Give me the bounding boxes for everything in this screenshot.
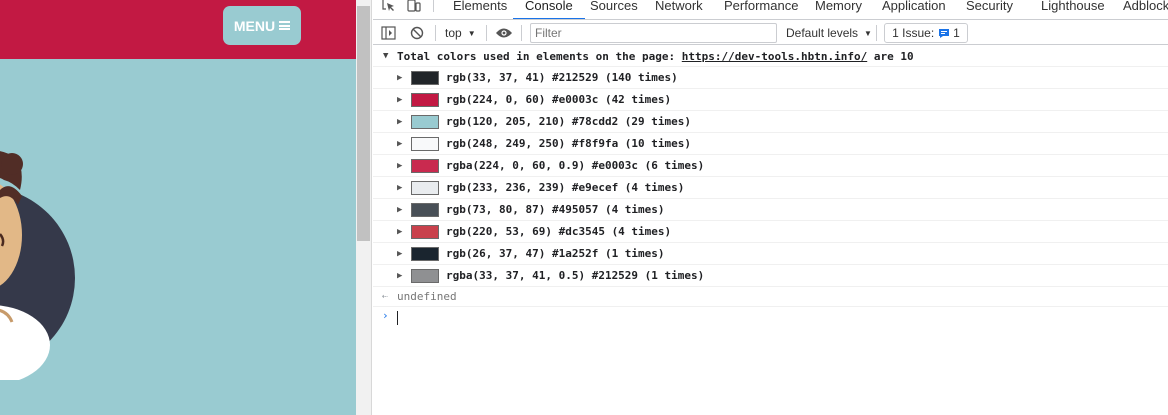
text-cursor — [397, 311, 398, 325]
tab-network[interactable]: Network — [655, 0, 703, 19]
color-row-text: rgb(26, 37, 47) #1a252f (1 times) — [446, 247, 665, 260]
expand-triangle-icon[interactable]: ▶ — [397, 221, 402, 243]
console-color-row[interactable]: ▶ rgb(73, 80, 87) #495057 (4 times) — [373, 199, 1168, 221]
tab-sources[interactable]: Sources — [590, 0, 638, 19]
color-swatch — [411, 247, 439, 261]
console-color-row[interactable]: ▶ rgb(220, 53, 69) #dc3545 (4 times) — [373, 221, 1168, 243]
return-arrow-icon: ⇠ — [382, 291, 389, 302]
color-row-text: rgb(224, 0, 60) #e0003c (42 times) — [446, 93, 672, 106]
console-color-row[interactable]: ▶ rgba(33, 37, 41, 0.5) #212529 (1 times) — [373, 265, 1168, 287]
expand-triangle-icon: ▼ — [383, 51, 389, 61]
tab-lighthouse[interactable]: Lighthouse — [1041, 0, 1105, 19]
expand-triangle-icon[interactable]: ▶ — [397, 111, 402, 133]
toolbar-separator — [521, 25, 522, 41]
devtools-tabbar: Elements Console Sources Network Perform… — [373, 0, 1168, 20]
menu-button[interactable]: MENU — [223, 6, 301, 45]
group-header-prefix: Total colors used in elements on the pag… — [397, 50, 676, 63]
expand-triangle-icon[interactable]: ▶ — [397, 265, 402, 287]
toolbar-separator — [876, 25, 877, 41]
issues-badge: 1 — [938, 26, 960, 40]
color-swatch — [411, 71, 439, 85]
context-label: top — [445, 26, 462, 40]
console-prompt[interactable]: › — [373, 307, 1168, 329]
show-sidebar-icon[interactable] — [381, 26, 396, 40]
color-swatch — [411, 159, 439, 173]
color-row-text: rgb(73, 80, 87) #495057 (4 times) — [446, 203, 665, 216]
page-preview: MENU — [0, 0, 356, 415]
expand-triangle-icon[interactable]: ▶ — [397, 133, 402, 155]
scrollbar-thumb[interactable] — [357, 6, 370, 241]
color-row-text: rgba(33, 37, 41, 0.5) #212529 (1 times) — [446, 269, 705, 282]
tab-security[interactable]: Security — [966, 0, 1013, 19]
color-row-text: rgb(120, 205, 210) #78cdd2 (29 times) — [446, 115, 692, 128]
group-header-suffix: are 10 — [873, 50, 914, 63]
site-header: MENU — [0, 0, 356, 59]
console-toolbar: top ▼ Default levels ▼ 1 Issue: 1 — [373, 21, 1168, 45]
device-toolbar-icon[interactable] — [407, 0, 421, 14]
console-filter-input[interactable] — [530, 23, 777, 43]
color-swatch — [411, 225, 439, 239]
console-output: ▼ Total colors used in elements on the p… — [373, 46, 1168, 329]
inspect-element-icon[interactable] — [382, 0, 396, 14]
dropdown-arrow-icon: ▼ — [864, 28, 872, 38]
expand-triangle-icon[interactable]: ▶ — [397, 199, 402, 221]
color-row-text: rgb(220, 53, 69) #dc3545 (4 times) — [446, 225, 672, 238]
clear-console-icon[interactable] — [410, 26, 424, 40]
console-color-row[interactable]: ▶ rgb(233, 236, 239) #e9ecef (4 times) — [373, 177, 1168, 199]
expand-triangle-icon[interactable]: ▶ — [397, 177, 402, 199]
console-result-line: ⇠ undefined — [373, 287, 1168, 307]
menu-label: MENU — [233, 17, 276, 34]
color-swatch — [411, 181, 439, 195]
console-color-row[interactable]: ▶ rgb(120, 205, 210) #78cdd2 (29 times) — [373, 111, 1168, 133]
expand-triangle-icon[interactable]: ▶ — [397, 67, 402, 89]
page-url-link[interactable]: https://dev-tools.hbtn.info/ — [682, 50, 867, 63]
issues-button[interactable]: 1 Issue: 1 — [884, 23, 968, 43]
console-group-header[interactable]: ▼ Total colors used in elements on the p… — [373, 46, 1168, 67]
issues-label: 1 Issue: — [892, 26, 935, 40]
log-levels-label: Default levels — [786, 26, 859, 40]
color-swatch — [411, 137, 439, 151]
color-swatch — [411, 93, 439, 107]
tab-performance[interactable]: Performance — [724, 0, 798, 19]
dropdown-arrow-icon: ▼ — [467, 28, 476, 38]
tab-application[interactable]: Application — [882, 0, 946, 19]
color-swatch — [411, 269, 439, 283]
expand-triangle-icon[interactable]: ▶ — [397, 155, 402, 177]
console-color-row[interactable]: ▶ rgb(26, 37, 47) #1a252f (1 times) — [373, 243, 1168, 265]
issues-count: 1 — [953, 26, 960, 40]
color-swatch — [411, 115, 439, 129]
prompt-chevron-icon: › — [382, 309, 389, 322]
message-icon — [939, 28, 950, 38]
color-swatch — [411, 203, 439, 217]
console-color-row[interactable]: ▶ rgb(224, 0, 60) #e0003c (42 times) — [373, 89, 1168, 111]
expand-triangle-icon[interactable]: ▶ — [397, 89, 402, 111]
tab-elements[interactable]: Elements — [453, 0, 507, 19]
color-row-text: rgb(233, 236, 239) #e9ecef (4 times) — [446, 181, 685, 194]
color-row-text: rgba(224, 0, 60, 0.9) #e0003c (6 times) — [446, 159, 705, 172]
log-levels-dropdown[interactable]: Default levels ▼ — [786, 21, 872, 45]
toolbar-separator — [435, 25, 436, 41]
page-scrollbar[interactable] — [356, 0, 372, 415]
avatar — [0, 151, 75, 380]
color-row-text: rgb(248, 249, 250) #f8f9fa (10 times) — [446, 137, 692, 150]
expand-triangle-icon[interactable]: ▶ — [397, 243, 402, 265]
tab-memory[interactable]: Memory — [815, 0, 862, 19]
console-color-row[interactable]: ▶ rgb(248, 249, 250) #f8f9fa (10 times) — [373, 133, 1168, 155]
devtools-panel: Elements Console Sources Network Perform… — [373, 0, 1168, 415]
tab-adblock[interactable]: Adblock — [1123, 0, 1168, 19]
console-result-value: undefined — [397, 290, 457, 303]
live-expression-eye-icon[interactable] — [495, 27, 513, 39]
color-row-text: rgb(33, 37, 41) #212529 (140 times) — [446, 71, 678, 84]
toolbar-separator — [486, 25, 487, 41]
tab-separator — [433, 0, 434, 12]
hamburger-icon — [279, 21, 291, 30]
tab-console[interactable]: Console — [513, 0, 585, 19]
context-selector[interactable]: top ▼ — [445, 21, 476, 45]
console-color-row[interactable]: ▶ rgb(33, 37, 41) #212529 (140 times) — [373, 67, 1168, 89]
console-color-row[interactable]: ▶ rgba(224, 0, 60, 0.9) #e0003c (6 times) — [373, 155, 1168, 177]
